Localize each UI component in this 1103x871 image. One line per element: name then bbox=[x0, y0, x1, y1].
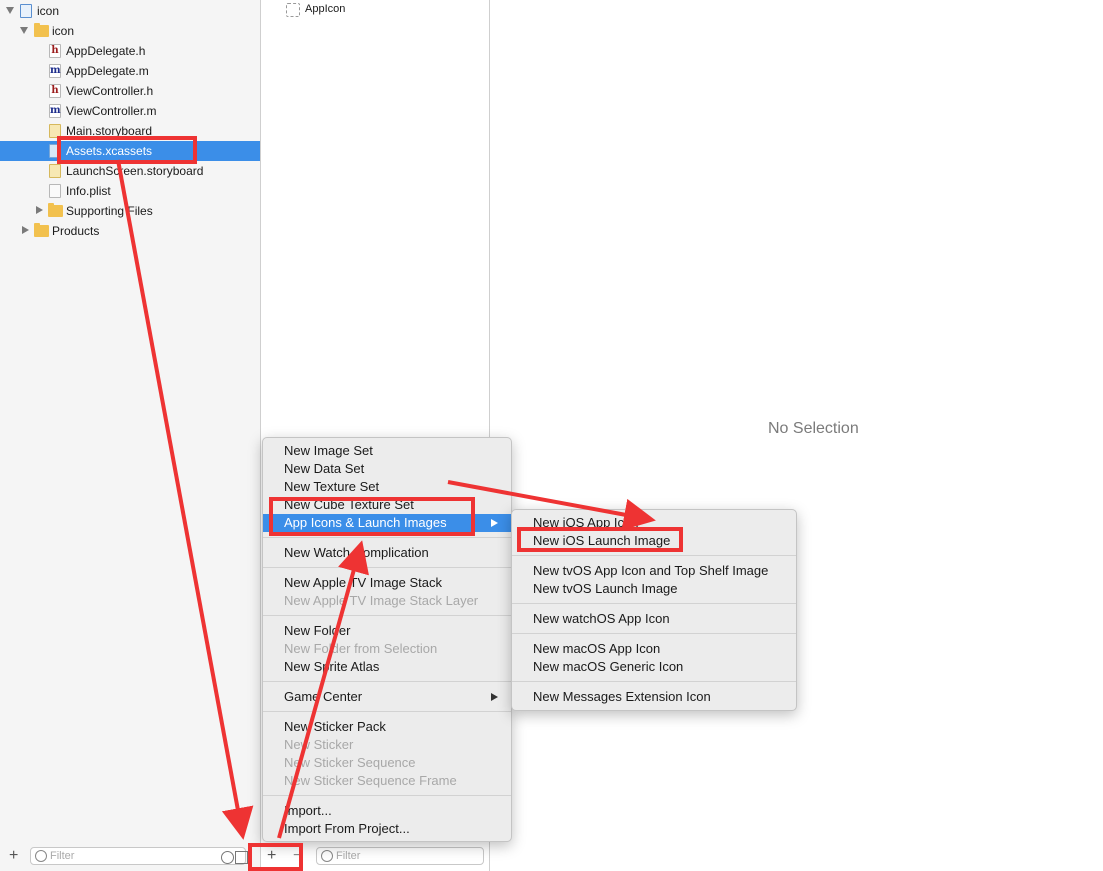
menu-separator bbox=[512, 681, 796, 682]
tree-row-label: Supporting Files bbox=[66, 204, 153, 218]
add-file-button[interactable]: + bbox=[9, 847, 18, 865]
menu-item-game-center[interactable]: Game Center bbox=[263, 688, 511, 706]
menu-item-import-from-project[interactable]: Import From Project... bbox=[263, 820, 511, 838]
menu-separator bbox=[512, 555, 796, 556]
asset-filter-field[interactable] bbox=[316, 847, 484, 865]
tree-row-file[interactable]: h AppDelegate.h bbox=[0, 41, 260, 61]
objc-source-file-icon: m bbox=[49, 64, 61, 78]
tree-row-file[interactable]: LaunchScreen.storyboard bbox=[0, 161, 260, 181]
scm-filter-icon[interactable] bbox=[235, 851, 248, 864]
tree-row-label: AppDelegate.m bbox=[66, 64, 149, 78]
objc-source-file-icon: m bbox=[49, 104, 61, 118]
navigator-filter-input[interactable] bbox=[50, 848, 200, 864]
app-icon-set-icon bbox=[286, 3, 300, 17]
menu-item-new-apple-tv-image-stack[interactable]: New Apple TV Image Stack bbox=[263, 574, 511, 592]
annotation-box-app-icons-menu bbox=[269, 497, 475, 536]
tree-row-label: AppDelegate.h bbox=[66, 44, 146, 58]
tree-row-label: ViewController.m bbox=[66, 104, 157, 118]
menu-separator bbox=[263, 615, 511, 616]
annotation-box-assets bbox=[57, 136, 197, 164]
annotation-box-add-button bbox=[248, 843, 303, 871]
menu-item-new-macos-generic-icon[interactable]: New macOS Generic Icon bbox=[512, 658, 796, 676]
menu-item-new-sticker-pack[interactable]: New Sticker Pack bbox=[263, 718, 511, 736]
menu-item-new-data-set[interactable]: New Data Set bbox=[263, 460, 511, 478]
tree-row-label: Info.plist bbox=[66, 184, 111, 198]
disclosure-closed-icon[interactable] bbox=[22, 226, 29, 234]
menu-separator bbox=[263, 537, 511, 538]
menu-item-new-apple-tv-image-stack-layer: New Apple TV Image Stack Layer bbox=[284, 593, 479, 608]
disclosure-open-icon[interactable] bbox=[20, 27, 28, 34]
folder-icon bbox=[34, 23, 49, 37]
storyboard-file-icon bbox=[49, 164, 61, 178]
xcode-project-icon bbox=[20, 4, 32, 18]
tree-row-group-products[interactable]: Products bbox=[0, 221, 260, 241]
tree-row-file[interactable]: h ViewController.h bbox=[0, 81, 260, 101]
menu-item-new-sticker: New Sticker bbox=[284, 737, 354, 752]
tree-row-label: icon bbox=[37, 4, 60, 18]
header-file-icon: h bbox=[49, 84, 61, 98]
tree-row-project[interactable]: icon bbox=[0, 1, 260, 21]
menu-item-new-sticker-sequence-frame: New Sticker Sequence Frame bbox=[284, 773, 457, 788]
tree-row-label: icon bbox=[52, 24, 75, 38]
menu-item-new-watchos-app-icon[interactable]: New watchOS App Icon bbox=[512, 610, 796, 628]
menu-item-new-folder-from-selection: New Folder from Selection bbox=[284, 641, 438, 656]
menu-separator bbox=[263, 711, 511, 712]
menu-item-label: Game Center bbox=[284, 689, 363, 704]
submenu-arrow-icon bbox=[491, 693, 498, 701]
menu-separator bbox=[263, 795, 511, 796]
menu-item-new-sprite-atlas[interactable]: New Sprite Atlas bbox=[263, 658, 511, 676]
submenu-arrow-icon bbox=[491, 519, 498, 527]
tree-row-label: ViewController.h bbox=[66, 84, 154, 98]
tree-row-group-icon[interactable]: icon bbox=[0, 21, 260, 41]
folder-icon bbox=[34, 223, 49, 237]
menu-item-new-messages-extension-icon[interactable]: New Messages Extension Icon bbox=[512, 688, 796, 706]
recent-files-icon[interactable] bbox=[221, 851, 234, 864]
navigator-bottom-bar: + bbox=[0, 844, 260, 871]
menu-item-new-tvos-launch-image[interactable]: New tvOS Launch Image bbox=[512, 580, 796, 598]
filter-icon bbox=[321, 850, 333, 862]
folder-icon bbox=[48, 203, 63, 217]
menu-item-new-sticker-sequence: New Sticker Sequence bbox=[284, 755, 416, 770]
tree-row-label: Products bbox=[52, 224, 100, 238]
plist-file-icon bbox=[49, 184, 61, 198]
disclosure-closed-icon[interactable] bbox=[36, 206, 43, 214]
menu-separator bbox=[263, 681, 511, 682]
tree-row-group-supporting-files[interactable]: Supporting Files bbox=[0, 201, 260, 221]
disclosure-open-icon[interactable] bbox=[6, 7, 14, 14]
menu-item-new-texture-set[interactable]: New Texture Set bbox=[263, 478, 511, 496]
menu-separator bbox=[263, 567, 511, 568]
menu-item-new-tvos-app-icon[interactable]: New tvOS App Icon and Top Shelf Image bbox=[512, 562, 796, 580]
tree-row-file[interactable]: Info.plist bbox=[0, 181, 260, 201]
menu-separator bbox=[512, 633, 796, 634]
menu-item-new-folder[interactable]: New Folder bbox=[263, 622, 511, 640]
annotation-box-ios-launch-image bbox=[517, 527, 683, 552]
no-selection-label: No Selection bbox=[768, 420, 859, 437]
navigator-filter-field[interactable] bbox=[30, 847, 248, 865]
filter-icon bbox=[35, 850, 47, 862]
header-file-icon: h bbox=[49, 44, 61, 58]
menu-item-new-image-set[interactable]: New Image Set bbox=[263, 442, 511, 460]
menu-item-new-macos-app-icon[interactable]: New macOS App Icon bbox=[512, 640, 796, 658]
tree-row-label: LaunchScreen.storyboard bbox=[66, 164, 204, 178]
asset-filter-input[interactable] bbox=[336, 848, 476, 864]
project-navigator: icon icon h AppDelegate.h m AppDelegate.… bbox=[0, 0, 261, 871]
tree-row-file[interactable]: m ViewController.m bbox=[0, 101, 260, 121]
menu-item-new-watch-complication[interactable]: New Watch Complication bbox=[263, 544, 511, 562]
menu-separator bbox=[512, 603, 796, 604]
asset-item-label: AppIcon bbox=[305, 3, 346, 15]
tree-row-file[interactable]: m AppDelegate.m bbox=[0, 61, 260, 81]
menu-item-import[interactable]: Import... bbox=[263, 802, 511, 820]
